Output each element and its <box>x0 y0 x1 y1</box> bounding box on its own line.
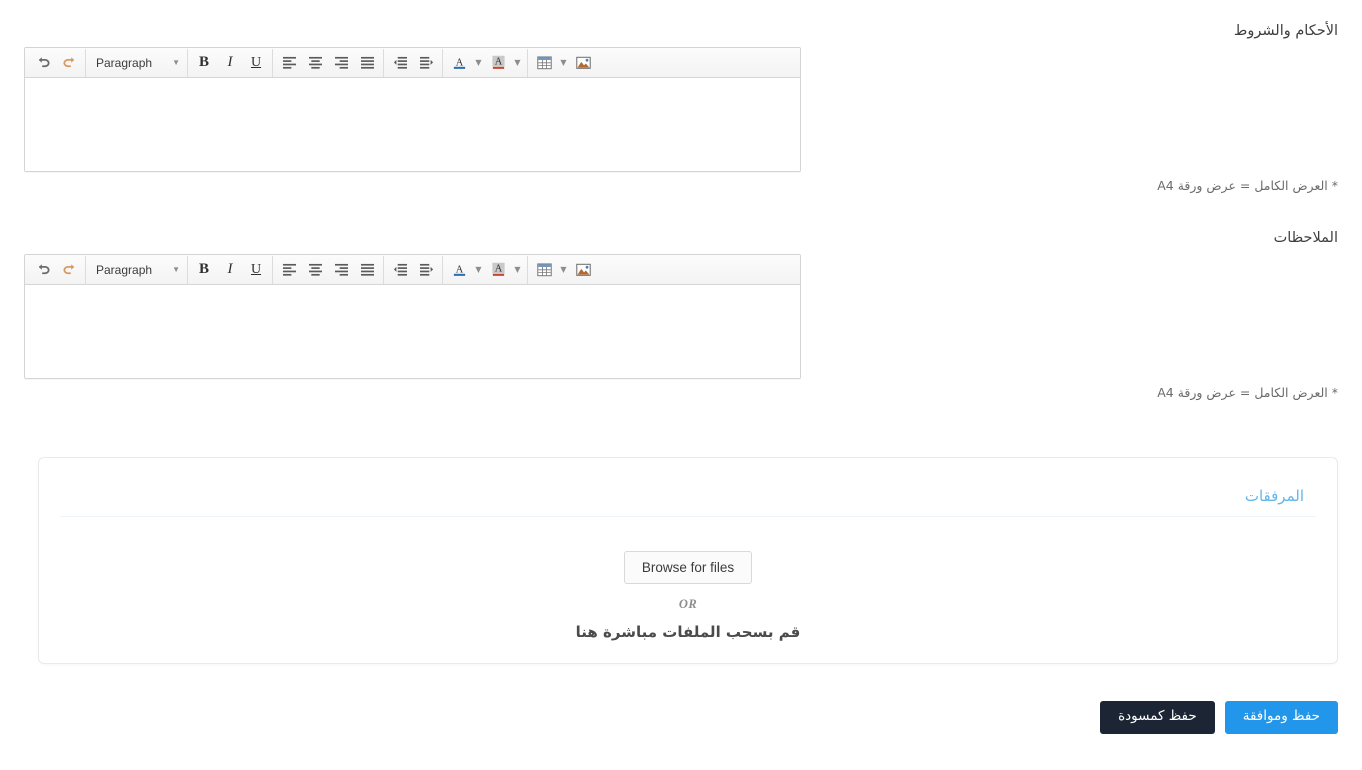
drag-files-here-label: قم بسحب الملفات مباشرة هنا <box>575 622 801 641</box>
svg-text:A: A <box>494 56 502 67</box>
chevron-down-icon: ▼ <box>172 265 180 274</box>
field-notes: الملاحظات Paragraph ▼ B I U A ▼ A ▼ ▼ * … <box>24 229 1338 400</box>
editor-content-terms[interactable] <box>25 78 800 171</box>
toolbar-group-alignment <box>273 255 384 284</box>
background-color-chevron-down-icon[interactable]: ▼ <box>511 258 524 282</box>
outdent-icon[interactable] <box>387 51 413 75</box>
paragraph-format-select[interactable]: Paragraph ▼ <box>89 258 184 282</box>
toolbar-group-typeface: B I U <box>188 255 273 284</box>
editor-toolbar-notes: Paragraph ▼ B I U A ▼ A ▼ ▼ <box>25 255 800 285</box>
chevron-down-icon: ▼ <box>172 58 180 67</box>
browse-for-files-button[interactable]: Browse for files <box>623 550 753 584</box>
align-right-icon[interactable] <box>328 258 354 282</box>
save-as-draft-button[interactable]: حفظ كمسودة <box>1100 701 1215 734</box>
indent-icon[interactable] <box>413 258 439 282</box>
text-color-icon[interactable]: A <box>446 258 472 282</box>
svg-text:A: A <box>494 263 502 274</box>
paragraph-format-select[interactable]: Paragraph ▼ <box>89 51 184 75</box>
form-actions: حفظ وموافقة حفظ كمسودة <box>0 701 1338 734</box>
bold-button[interactable]: B <box>191 258 217 282</box>
editor-toolbar-terms: Paragraph ▼ B I U A ▼ A ▼ ▼ <box>25 48 800 78</box>
align-right-icon[interactable] <box>328 51 354 75</box>
toolbar-group-insert: ▼ <box>528 256 599 284</box>
toolbar-group-alignment <box>273 48 384 77</box>
toolbar-group-indent <box>384 255 443 284</box>
toolbar-group-insert: ▼ <box>528 49 599 77</box>
text-color-icon[interactable]: A <box>446 51 472 75</box>
editor-content-notes[interactable] <box>25 285 800 378</box>
toolbar-group-format: Paragraph ▼ <box>86 255 188 284</box>
text-color-chevron-down-icon[interactable]: ▼ <box>472 51 485 75</box>
file-drop-zone[interactable]: Browse for files OR قم بسحب الملفات مباش… <box>39 528 1337 663</box>
background-color-chevron-down-icon[interactable]: ▼ <box>511 51 524 75</box>
align-center-icon[interactable] <box>302 51 328 75</box>
image-icon[interactable] <box>570 51 596 75</box>
table-chevron-down-icon[interactable]: ▼ <box>557 258 570 282</box>
toolbar-group-format: Paragraph ▼ <box>86 48 188 77</box>
toolbar-group-colors: A ▼ A ▼ <box>443 48 528 77</box>
svg-text:A: A <box>455 264 463 275</box>
underline-button[interactable]: U <box>243 51 269 75</box>
italic-button[interactable]: I <box>217 51 243 75</box>
align-justify-icon[interactable] <box>354 51 380 75</box>
text-color-chevron-down-icon[interactable]: ▼ <box>472 258 485 282</box>
toolbar-group-history <box>27 255 86 284</box>
align-left-icon[interactable] <box>276 51 302 75</box>
align-center-icon[interactable] <box>302 258 328 282</box>
save-and-approve-button[interactable]: حفظ وموافقة <box>1224 701 1338 734</box>
undo-icon[interactable] <box>30 258 56 282</box>
svg-text:A: A <box>455 57 463 68</box>
field-terms-and-conditions: الأحكام والشروط Paragraph ▼ B I U A ▼ A … <box>24 22 1338 193</box>
toolbar-group-indent <box>384 48 443 77</box>
paragraph-format-value: Paragraph <box>96 262 153 277</box>
table-icon[interactable] <box>531 258 557 282</box>
toolbar-group-typeface: B I U <box>188 48 273 77</box>
background-color-icon[interactable]: A <box>485 258 511 282</box>
field-label-terms: الأحكام والشروط <box>1233 23 1338 39</box>
undo-icon[interactable] <box>30 51 56 75</box>
attachments-card: المرفقات Browse for files OR قم بسحب الم… <box>38 457 1338 664</box>
field-hint-terms: * العرض الكامل = عرض ورقة A4 <box>1157 178 1338 193</box>
outdent-icon[interactable] <box>387 258 413 282</box>
attachments-divider <box>60 516 1316 517</box>
field-label-notes: الملاحظات <box>1273 230 1338 246</box>
attachments-title: المرفقات <box>1244 487 1304 505</box>
align-left-icon[interactable] <box>276 258 302 282</box>
toolbar-group-colors: A ▼ A ▼ <box>443 255 528 284</box>
align-justify-icon[interactable] <box>354 258 380 282</box>
rich-text-editor-notes[interactable]: Paragraph ▼ B I U A ▼ A ▼ ▼ <box>24 254 801 379</box>
bold-button[interactable]: B <box>191 51 217 75</box>
redo-icon[interactable] <box>56 51 82 75</box>
rich-text-editor-terms[interactable]: Paragraph ▼ B I U A ▼ A ▼ ▼ <box>24 47 801 172</box>
image-icon[interactable] <box>570 258 596 282</box>
indent-icon[interactable] <box>413 51 439 75</box>
background-color-icon[interactable]: A <box>485 51 511 75</box>
paragraph-format-value: Paragraph <box>96 55 153 70</box>
underline-button[interactable]: U <box>243 258 269 282</box>
field-hint-notes: * العرض الكامل = عرض ورقة A4 <box>1157 385 1338 400</box>
italic-button[interactable]: I <box>217 258 243 282</box>
form-page: الأحكام والشروط Paragraph ▼ B I U A ▼ A … <box>0 0 1362 770</box>
redo-icon[interactable] <box>56 258 82 282</box>
table-icon[interactable] <box>531 51 557 75</box>
table-chevron-down-icon[interactable]: ▼ <box>557 51 570 75</box>
or-separator-label: OR <box>678 596 698 611</box>
toolbar-group-history <box>27 48 86 77</box>
